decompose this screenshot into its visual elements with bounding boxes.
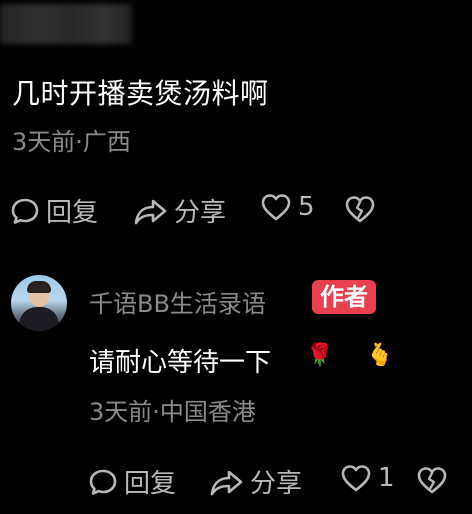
share-label: 分享 [250,469,303,499]
reply-label: 回复 [46,198,99,228]
comment-thread: 几时开播卖煲汤料啊 3天前·广西 回复 分享 5 千语BB生活录语 作者 请耐心… [0,0,472,514]
share-button[interactable]: 分享 [134,192,226,229]
reply-username[interactable]: 千语BB生活录语 [89,284,266,319]
reply-text: 请耐心等待一下 [89,348,272,378]
reply-like-button[interactable]: 1 [340,463,395,493]
reply-dislike-button[interactable] [416,465,448,495]
like-count: 1 [378,463,395,493]
finger-heart-icon: 🫰 [366,343,394,368]
rose-icon: 🌹 [306,343,334,368]
reply-label: 回复 [124,469,177,499]
comment-meta: 3天前·广西 [12,128,131,156]
heart-icon [261,194,291,221]
blurred-username [0,4,132,44]
share-arrow-icon [134,199,167,224]
reply-share-button[interactable]: 分享 [210,463,302,500]
broken-heart-icon [345,196,375,223]
heart-icon [341,465,371,492]
share-label: 分享 [174,198,227,228]
broken-heart-icon [417,467,447,494]
avatar[interactable] [11,275,67,331]
like-button[interactable]: 5 [260,192,315,222]
reply-reply-button[interactable]: 回复 [88,463,176,500]
author-badge: 作者 [312,280,376,314]
reply-bubble-icon [11,198,39,224]
reply-bubble-icon [89,469,117,495]
like-count: 5 [298,192,315,222]
dislike-button[interactable] [344,194,376,224]
reply-button[interactable]: 回复 [10,192,98,229]
comment-text: 几时开播卖煲汤料啊 [12,77,269,110]
reply-meta: 3天前·中国香港 [89,398,256,426]
share-arrow-icon [210,470,243,495]
